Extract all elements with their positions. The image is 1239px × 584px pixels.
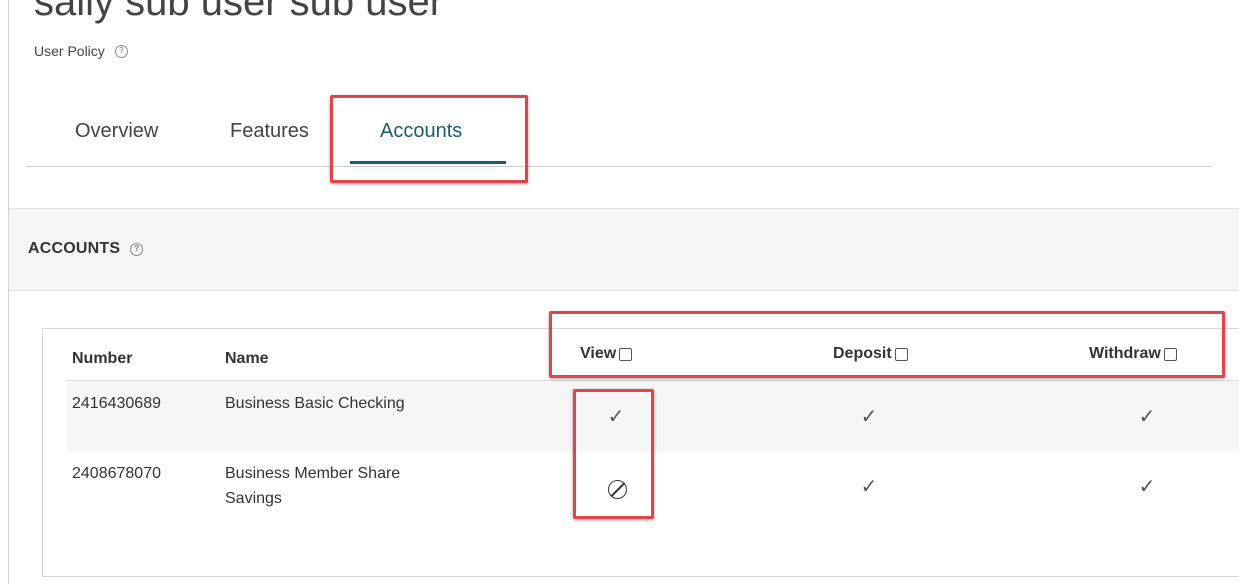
tab-overview[interactable]: Overview — [75, 120, 158, 143]
check-icon: ✓ — [1138, 476, 1156, 498]
user-policy-subtitle: User Policy ? — [34, 43, 128, 59]
column-header-label: View — [580, 345, 617, 362]
active-tab-indicator — [350, 161, 506, 164]
accounts-section-header: ACCOUNTS ? — [9, 208, 1239, 291]
help-icon[interactable]: ? — [114, 44, 128, 58]
view-select-all-checkbox[interactable] — [619, 347, 633, 361]
left-border — [8, 0, 9, 584]
accounts-table: Number Name View Deposit Withdraw 241643… — [42, 328, 1239, 577]
check-icon: ✓ — [607, 406, 625, 428]
column-header-label: Name — [225, 350, 269, 367]
section-title-label: ACCOUNTS — [28, 240, 121, 257]
column-header-label: Number — [72, 350, 133, 367]
withdraw-select-all-checkbox[interactable] — [1163, 347, 1177, 361]
account-name: Business Basic Checking — [225, 395, 405, 412]
tab-features[interactable]: Features — [230, 120, 309, 143]
check-icon: ✓ — [1138, 406, 1156, 428]
column-header-deposit: Deposit — [833, 345, 908, 363]
blocked-icon — [608, 480, 627, 499]
section-title: ACCOUNTS ? — [28, 240, 144, 258]
tab-bar: Overview Features Accounts — [26, 98, 1212, 167]
column-header-number: Number — [72, 350, 132, 368]
table-row: 2408678070 Business Member Share Savings… — [67, 451, 1239, 526]
deposit-select-all-checkbox[interactable] — [894, 347, 908, 361]
check-icon: ✓ — [860, 406, 878, 428]
column-header-label: Withdraw — [1089, 345, 1161, 362]
column-header-label: Deposit — [833, 345, 892, 362]
column-header-withdraw: Withdraw — [1089, 345, 1177, 363]
subtitle-label: User Policy — [34, 43, 105, 59]
tab-accounts[interactable]: Accounts — [380, 120, 462, 143]
check-icon: ✓ — [860, 476, 878, 498]
account-name: Business Member Share Savings — [225, 465, 401, 507]
column-header-name: Name — [225, 350, 269, 368]
page-title: sally sub user sub user — [34, 0, 444, 24]
column-header-view: View — [580, 345, 633, 363]
account-number: 2416430689 — [72, 395, 161, 412]
account-number: 2408678070 — [72, 465, 161, 482]
table-row: 2416430689 Business Basic Checking ✓ ✓ ✓ — [67, 381, 1239, 451]
help-icon[interactable]: ? — [130, 242, 144, 256]
